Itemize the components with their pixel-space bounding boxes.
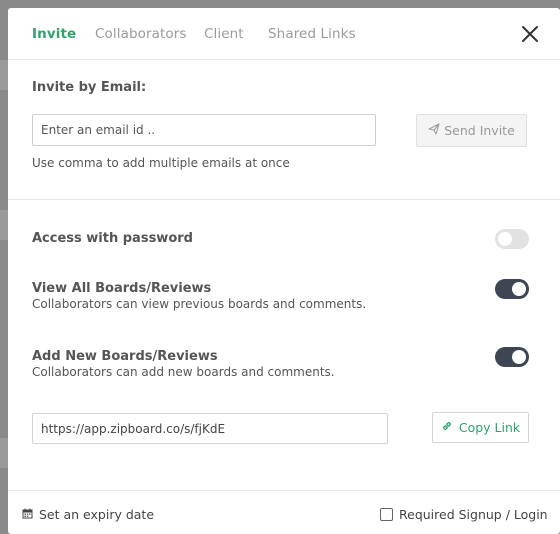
toggle-knob [512,282,526,296]
toggle-knob [498,232,512,246]
toggle-knob [512,350,526,364]
tab-client[interactable]: Client [204,26,244,42]
copy-link-button[interactable]: Copy Link [432,412,529,443]
link-icon [441,420,453,435]
expiry-date-label: Set an expiry date [39,507,155,522]
copy-link-label: Copy Link [458,420,521,435]
add-new-setting-title: Add New Boards/Reviews [32,349,218,364]
modal-footer: Set an expiry date Required Signup / Log… [8,490,560,534]
password-setting-title: Access with password [32,231,193,246]
tab-collaborators[interactable]: Collaborators [95,26,187,42]
background-fragment [0,60,8,90]
tab-bar: Invite Collaborators Client Shared Links [8,8,560,60]
close-icon[interactable] [518,22,542,46]
calendar-icon [22,507,33,522]
background-fragment [0,438,8,468]
send-invite-button[interactable]: Send Invite [416,114,527,147]
tab-shared-links[interactable]: Shared Links [268,26,356,42]
add-new-toggle[interactable] [495,347,529,367]
expiry-date-control[interactable]: Set an expiry date [22,507,154,522]
password-toggle[interactable] [495,229,529,249]
invite-hint: Use comma to add multiple emails at once [32,156,290,170]
view-all-setting-title: View All Boards/Reviews [32,281,212,296]
view-all-setting-desc: Collaborators can view previous boards a… [32,297,367,311]
background-fragment [0,210,8,240]
invite-heading: Invite by Email: [32,80,147,95]
section-divider [8,199,560,200]
add-new-setting-desc: Collaborators can add new boards and com… [32,365,335,379]
tab-invite[interactable]: Invite [32,26,76,42]
share-link-input[interactable] [32,413,388,444]
email-input[interactable] [32,114,376,146]
required-signup-control: Required Signup / Login [380,507,548,522]
view-all-toggle[interactable] [495,279,529,299]
share-modal: Invite Collaborators Client Shared Links… [8,8,560,534]
paper-plane-icon [428,123,440,138]
required-signup-checkbox[interactable] [380,508,393,521]
required-signup-label[interactable]: Required Signup / Login [399,507,548,522]
send-invite-label: Send Invite [444,123,515,138]
